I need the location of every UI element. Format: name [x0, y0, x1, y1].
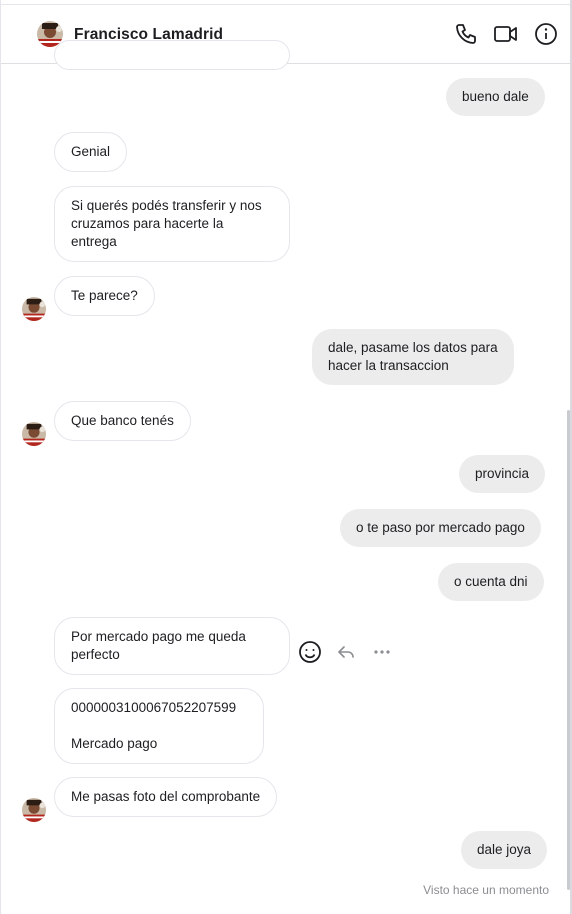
message-bubble-cutoff — [54, 40, 290, 70]
scrollbar-thumb[interactable] — [567, 410, 570, 890]
message-incoming[interactable]: Te parece? — [54, 276, 155, 316]
emoji-reaction-icon[interactable] — [297, 640, 323, 664]
message-outgoing[interactable]: dale joya — [461, 831, 548, 869]
message-incoming[interactable]: Genial — [54, 132, 128, 172]
video-camera-icon[interactable] — [492, 20, 520, 48]
message-incoming[interactable]: Que banco tenés — [54, 401, 191, 441]
window-left-border — [0, 0, 1, 914]
message-incoming[interactable]: Por mercado pago me queda perfecto — [54, 617, 290, 675]
message-outgoing[interactable]: bueno dale — [446, 78, 545, 116]
message-incoming[interactable]: Me pasas foto del comprobante — [54, 777, 278, 817]
contact-avatar-icon[interactable] — [22, 422, 46, 446]
reply-icon[interactable] — [333, 640, 359, 664]
more-options-icon[interactable] — [369, 640, 395, 664]
phone-icon[interactable] — [452, 20, 480, 48]
info-icon[interactable] — [532, 20, 560, 48]
message-outgoing[interactable]: o cuenta dni — [438, 563, 544, 601]
contact-avatar-icon[interactable] — [22, 297, 46, 321]
message-incoming[interactable]: 0000003100067052207599 Mercado pago — [54, 688, 264, 764]
message-incoming[interactable]: Si querés podés transferir y nos cruzamo… — [54, 186, 290, 262]
message-outgoing[interactable]: provincia — [459, 455, 546, 493]
message-outgoing[interactable]: o te paso por mercado pago — [340, 509, 541, 547]
seen-status: Visto hace un momento — [423, 883, 549, 897]
message-outgoing[interactable]: dale, pasame los datos para hacer la tra… — [312, 329, 514, 385]
contact-avatar-icon[interactable] — [22, 798, 46, 822]
